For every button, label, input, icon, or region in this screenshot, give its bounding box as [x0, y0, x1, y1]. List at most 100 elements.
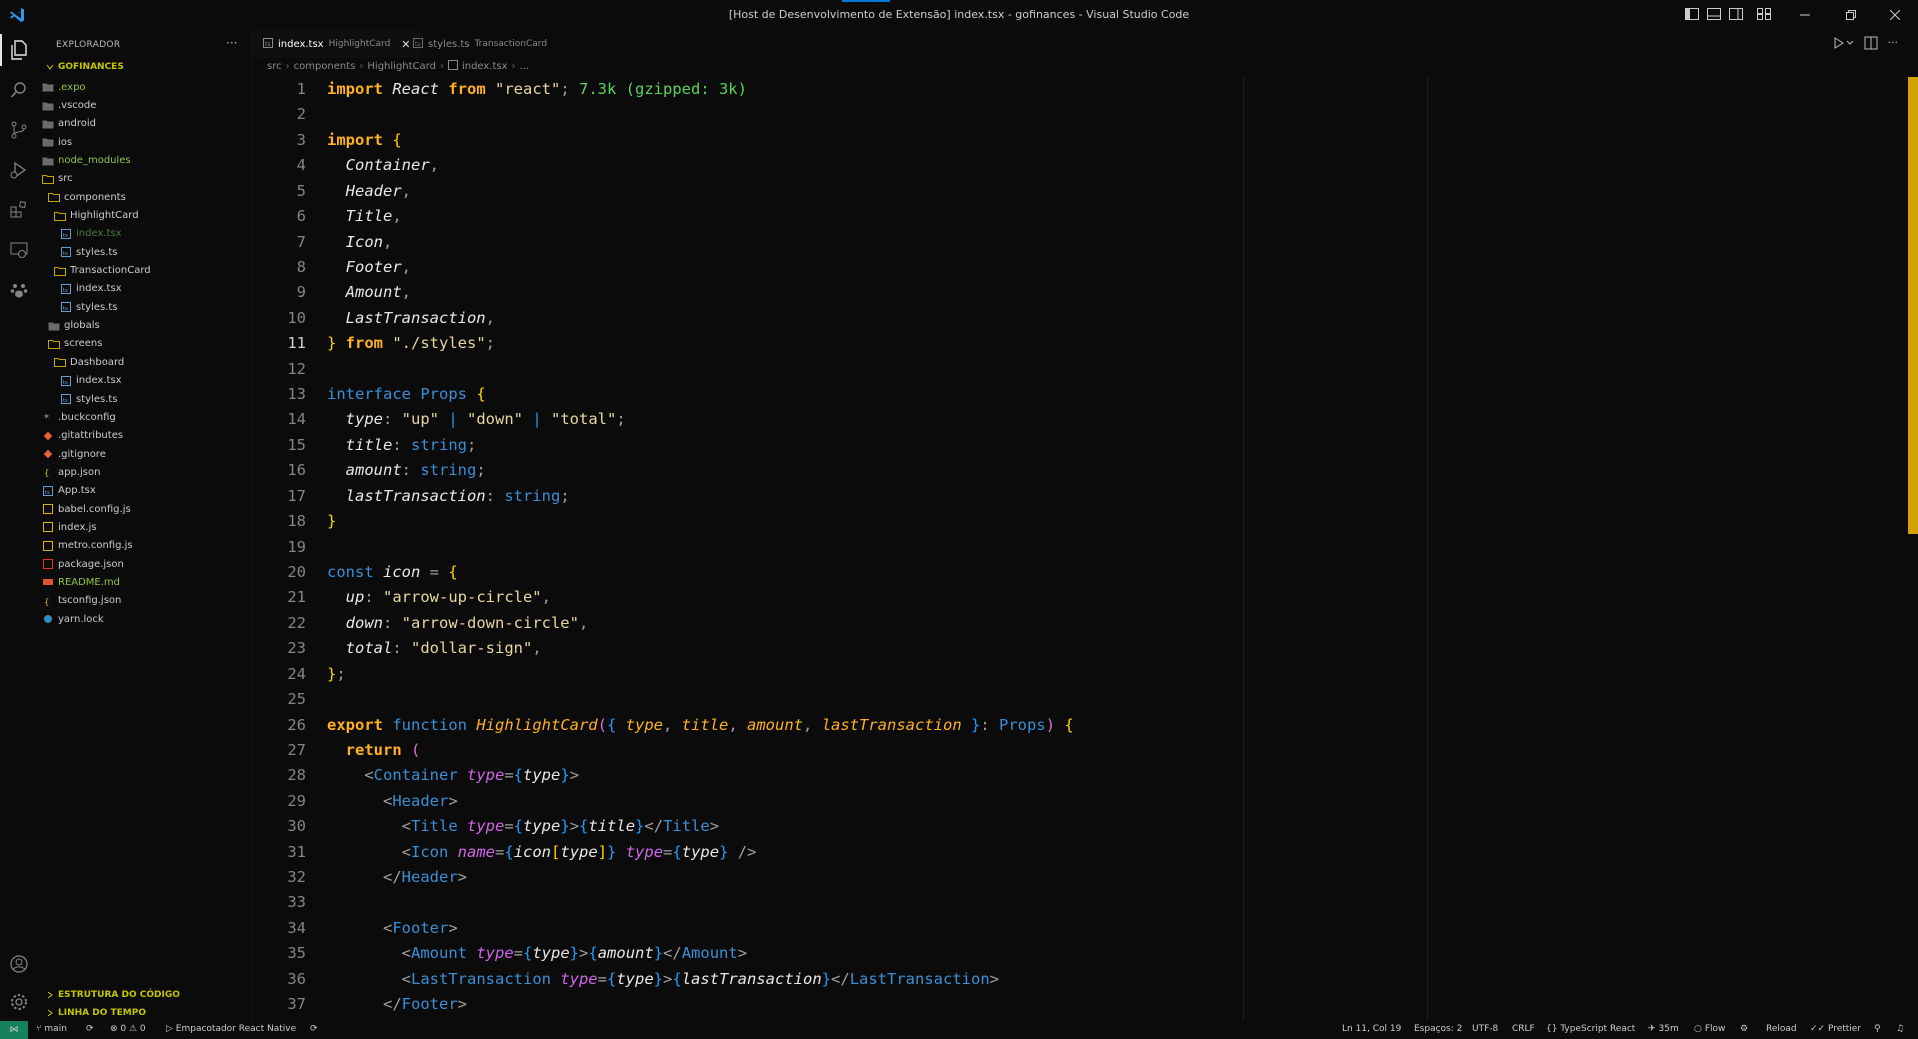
tab-styles-ts[interactable]: ts styles.ts TransactionCard: [403, 30, 557, 58]
line-content: Footer,: [327, 255, 411, 280]
file-tree-item[interactable]: ts App.tsx: [38, 482, 252, 500]
file-tree-item[interactable]: node_modules: [38, 151, 252, 169]
js-file-icon: [42, 503, 54, 515]
remote-indicator[interactable]: ⋈: [0, 1021, 28, 1039]
account-icon[interactable]: [9, 954, 29, 974]
file-tree-item[interactable]: screens: [38, 335, 252, 353]
file-tree-item[interactable]: metro.config.js: [38, 537, 252, 555]
line-content: interface Props {: [327, 382, 486, 407]
outline-section[interactable]: ESTRUTURA DO CÓDIGO: [46, 990, 180, 1000]
file-tree-item[interactable]: HighlightCard: [38, 206, 252, 224]
explorer-icon[interactable]: [0, 34, 29, 66]
file-tree-item[interactable]: src: [38, 170, 252, 188]
indentation-indicator[interactable]: Espaços: 2: [1414, 1024, 1462, 1034]
toggle-primary-sidebar-icon[interactable]: [1684, 6, 1700, 22]
encoding-indicator[interactable]: UTF-8: [1472, 1024, 1498, 1034]
split-editor-icon[interactable]: [1864, 36, 1878, 53]
close-window-button[interactable]: [1872, 0, 1918, 30]
more-actions-button[interactable]: ···: [226, 36, 237, 50]
tab-filename: index.tsx: [278, 38, 324, 50]
extensions-icon[interactable]: [9, 200, 29, 220]
file-tree-item[interactable]: android: [38, 115, 252, 133]
cursor-position[interactable]: Ln 11, Col 19: [1342, 1024, 1401, 1034]
file-tree-item[interactable]: ts styles.ts: [38, 390, 252, 408]
file-tree-item[interactable]: Dashboard: [38, 353, 252, 371]
code-token: React: [392, 80, 449, 98]
file-tree-item[interactable]: ios: [38, 133, 252, 151]
remote-explorer-icon[interactable]: [9, 240, 29, 260]
chevron-right-icon: ›: [511, 61, 516, 72]
code-token: {: [504, 842, 514, 861]
file-tree-item[interactable]: ts styles.ts: [38, 298, 252, 316]
toggle-panel-icon[interactable]: [1706, 6, 1722, 22]
problems-indicator[interactable]: ⊗ 0 ⚠ 0: [110, 1024, 146, 1034]
file-tree-item[interactable]: README.md: [38, 573, 252, 591]
breadcrumb-item[interactable]: ...: [520, 61, 530, 72]
breadcrumb-item[interactable]: index.tsx: [462, 61, 508, 72]
code-token: type: [523, 817, 561, 836]
file-tree-item[interactable]: package.json: [38, 555, 252, 573]
file-tree-item[interactable]: globals: [38, 316, 252, 334]
timeline-section[interactable]: LINHA DO TEMPO: [46, 1008, 146, 1018]
settings-sync-icon[interactable]: ⚙: [1740, 1024, 1748, 1034]
breadcrumb-item[interactable]: src: [267, 61, 282, 72]
prettier-indicator[interactable]: ✓✓ Prettier: [1810, 1024, 1861, 1034]
code-token: "dollar-sign": [411, 639, 533, 658]
notifications-bell-icon[interactable]: ♫: [1896, 1024, 1904, 1034]
tab-index-tsx[interactable]: ts index.tsx HighlightCard ✕: [253, 30, 421, 58]
run-debug-icon[interactable]: [9, 160, 29, 180]
file-tree-item[interactable]: ts index.tsx: [38, 225, 252, 243]
file-tree-item[interactable]: babel.config.js: [38, 500, 252, 518]
file-tree-label: styles.ts: [76, 246, 118, 258]
code-editor[interactable]: 1 import React from "react"; 7.3k (gzippe…: [253, 77, 1903, 1021]
reload-label: Reload: [1766, 1024, 1797, 1034]
search-icon[interactable]: [9, 80, 29, 100]
customize-layout-icon[interactable]: [1756, 6, 1772, 22]
file-tree-item[interactable]: {tsconfig.json: [38, 592, 252, 610]
file-tree-label: screens: [64, 338, 103, 350]
file-tree-item[interactable]: ts index.tsx: [38, 280, 252, 298]
code-token: }: [961, 715, 981, 734]
file-tree-item[interactable]: index.js: [38, 518, 252, 536]
settings-gear-icon[interactable]: [9, 992, 29, 1012]
file-tree-item[interactable]: .gitattributes: [38, 427, 252, 445]
language-mode[interactable]: {} TypeScript React: [1546, 1024, 1635, 1034]
file-tree-item[interactable]: ts styles.ts: [38, 243, 252, 261]
file-tree-item[interactable]: * .buckconfig: [38, 408, 252, 426]
file-tree-label: .vscode: [58, 100, 97, 112]
file-tree-item[interactable]: {app.json: [38, 463, 252, 481]
wakatime-indicator[interactable]: ✈ 35m: [1648, 1024, 1679, 1034]
packager-status[interactable]: ▷ Empacotador React Native: [166, 1024, 296, 1034]
breadcrumb-item[interactable]: HighlightCard: [367, 61, 436, 72]
paw-icon[interactable]: [9, 280, 29, 300]
editor-scrollbar[interactable]: [1908, 77, 1918, 534]
reload-button[interactable]: Reload: [1766, 1024, 1797, 1034]
source-control-icon[interactable]: [9, 120, 29, 140]
file-tree-item[interactable]: .vscode: [38, 96, 252, 114]
toggle-secondary-sidebar-icon[interactable]: [1728, 6, 1744, 22]
line-content: export function HighlightCard({ type, ti…: [327, 713, 1074, 738]
refresh-button[interactable]: ⟳: [310, 1024, 318, 1034]
breadcrumb-item[interactable]: components: [294, 61, 356, 72]
project-root[interactable]: GOFINANCES: [46, 62, 124, 72]
file-tree-item[interactable]: TransactionCard: [38, 261, 252, 279]
feedback-icon[interactable]: ⚲: [1874, 1024, 1881, 1034]
file-tree-item[interactable]: .expo: [38, 78, 252, 96]
more-actions-icon[interactable]: ···: [1888, 36, 1899, 53]
minimize-button[interactable]: [1782, 0, 1828, 30]
branch-indicator[interactable]: ⑂ main: [36, 1024, 67, 1034]
line-content: <Title type={type}>{title}</Title>: [327, 814, 719, 839]
file-tree-item[interactable]: components: [38, 188, 252, 206]
restore-button[interactable]: [1828, 0, 1874, 30]
file-tree-item[interactable]: .gitignore: [38, 445, 252, 463]
code-token: {: [672, 842, 682, 861]
flow-indicator[interactable]: ○ Flow: [1694, 1024, 1725, 1034]
svg-text:ts: ts: [63, 379, 68, 385]
file-tree-item[interactable]: ts index.tsx: [38, 372, 252, 390]
sync-button[interactable]: ⟳: [86, 1024, 94, 1034]
code-token: =: [504, 817, 514, 836]
status-bar: ⋈ ⑂ main ⟳ ⊗ 0 ⚠ 0 ▷ Empacotador React Na…: [0, 1021, 1918, 1039]
run-code-icon[interactable]: [1832, 36, 1854, 53]
eol-indicator[interactable]: CRLF: [1512, 1024, 1535, 1034]
file-tree-item[interactable]: yarn.lock: [38, 610, 252, 628]
